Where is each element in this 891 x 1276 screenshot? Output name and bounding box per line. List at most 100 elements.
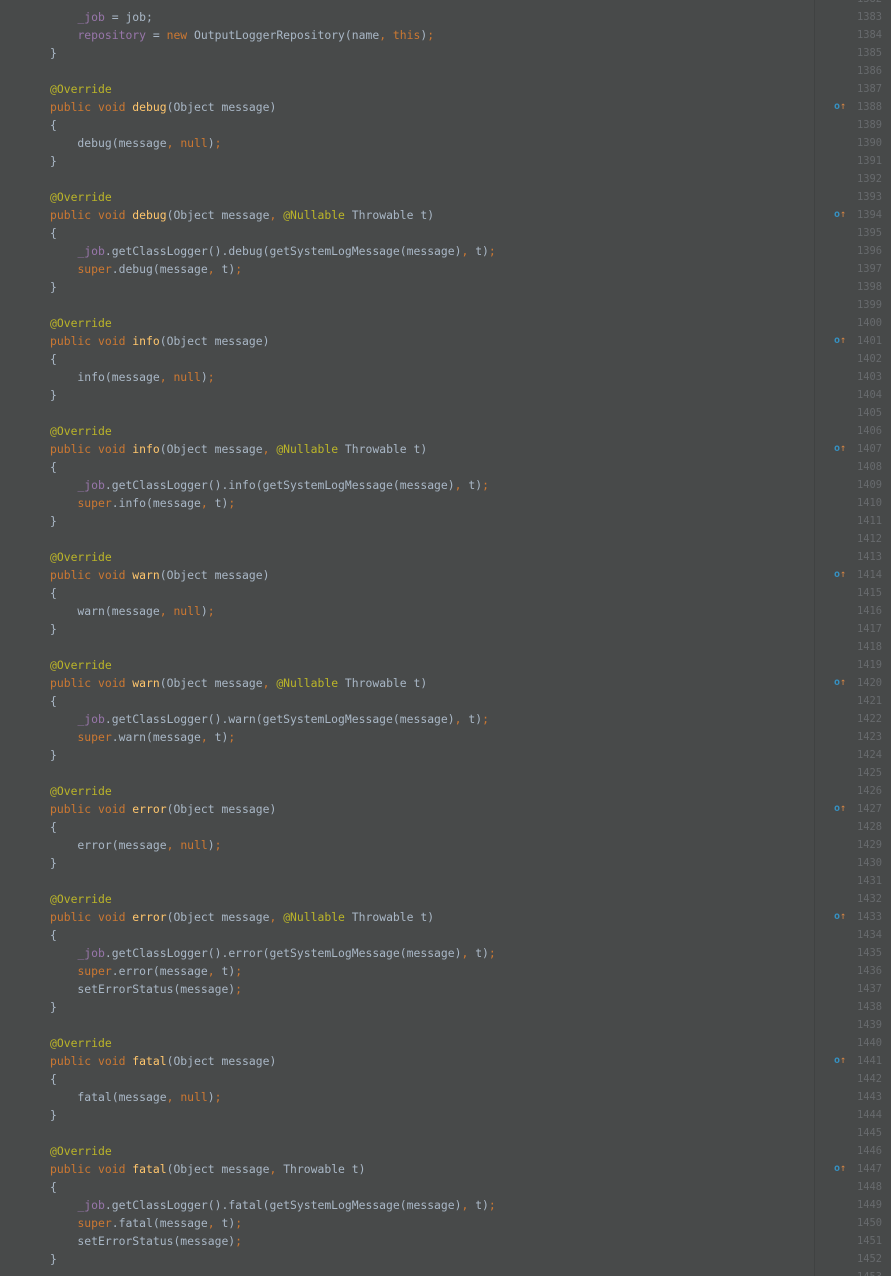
code-line[interactable]: @Override	[50, 80, 112, 98]
line-number: 1435	[856, 947, 882, 959]
code-line[interactable]: {	[50, 692, 57, 710]
code-line[interactable]: super.info(message, t);	[50, 494, 235, 512]
code-area[interactable]: _job = job; repository = new OutputLogge…	[0, 0, 814, 1276]
code-token: debug	[132, 208, 167, 222]
code-line[interactable]: @Override	[50, 890, 112, 908]
code-line[interactable]: @Override	[50, 548, 112, 566]
line-number: 1402	[856, 353, 882, 365]
code-line[interactable]: public void info(Object message, @Nullab…	[50, 440, 427, 458]
line-number: 1430	[856, 857, 882, 869]
code-line[interactable]: _job.getClassLogger().error(getSystemLog…	[50, 944, 495, 962]
code-line[interactable]: super.error(message, t);	[50, 962, 242, 980]
code-token: .fatal(message	[111, 1216, 208, 1230]
code-line[interactable]: @Override	[50, 422, 112, 440]
code-line[interactable]: {	[50, 224, 57, 242]
code-editor[interactable]: _job = job; repository = new OutputLogge…	[0, 0, 891, 1276]
code-token: ;	[214, 136, 222, 150]
line-number: 1420	[856, 677, 882, 689]
code-line[interactable]: @Override	[50, 314, 112, 332]
code-line[interactable]: }	[50, 998, 57, 1016]
code-line[interactable]: super.debug(message, t);	[50, 260, 242, 278]
code-token: ;	[488, 1198, 496, 1212]
code-line[interactable]: repository = new OutputLoggerRepository(…	[50, 26, 434, 44]
code-line[interactable]: }	[50, 854, 57, 872]
code-line[interactable]: _job.getClassLogger().warn(getSystemLogM…	[50, 710, 488, 728]
code-token: ,	[269, 910, 284, 924]
code-line[interactable]: error(message, null);	[50, 836, 221, 854]
line-number: 1393	[856, 191, 882, 203]
override-method-icon[interactable]: o↑	[834, 674, 848, 692]
line-number: 1441	[856, 1055, 882, 1067]
code-line[interactable]: warn(message, null);	[50, 602, 214, 620]
code-line[interactable]: _job.getClassLogger().debug(getSystemLog…	[50, 242, 496, 260]
code-line[interactable]: {	[50, 116, 57, 134]
code-line[interactable]: }	[50, 512, 57, 530]
code-line[interactable]: public void error(Object message)	[50, 800, 276, 818]
override-method-icon[interactable]: o↑	[834, 800, 848, 818]
code-line[interactable]: _job.getClassLogger().fatal(getSystemLog…	[50, 1196, 496, 1214]
code-line[interactable]: debug(message, null);	[50, 134, 221, 152]
line-number: 1382	[842, 0, 882, 8]
code-token: info	[132, 442, 160, 456]
code-line[interactable]: super.fatal(message, t);	[50, 1214, 242, 1232]
code-line[interactable]: }	[50, 1250, 57, 1268]
line-number: 1391	[856, 155, 882, 167]
override-method-icon[interactable]: o↑	[834, 440, 848, 458]
override-method-icon[interactable]: o↑	[834, 1160, 848, 1178]
code-line[interactable]: {	[50, 1178, 57, 1196]
code-token: error	[132, 910, 167, 924]
code-token: )	[207, 136, 215, 150]
code-line[interactable]: _job.getClassLogger().info(getSystemLogM…	[50, 476, 488, 494]
code-token: .info(message	[111, 496, 201, 510]
code-line[interactable]: {	[50, 350, 57, 368]
code-line[interactable]: public void error(Object message, @Nulla…	[50, 908, 434, 926]
code-line[interactable]: fatal(message, null);	[50, 1088, 221, 1106]
override-method-icon[interactable]: o↑	[834, 98, 848, 116]
code-line[interactable]: {	[50, 818, 57, 836]
code-line[interactable]: setErrorStatus(message);	[50, 980, 242, 998]
code-token: = job;	[104, 10, 153, 24]
code-line[interactable]: public void warn(Object message)	[50, 566, 269, 584]
code-token: public void	[50, 1054, 133, 1068]
code-line[interactable]: @Override	[50, 782, 112, 800]
code-line[interactable]: @Override	[50, 1142, 112, 1160]
code-line[interactable]: setErrorStatus(message);	[50, 1232, 242, 1250]
code-line[interactable]: @Override	[50, 1034, 112, 1052]
code-line[interactable]: @Override	[50, 188, 112, 206]
code-token: (Object message)	[159, 334, 270, 348]
code-line[interactable]: public void fatal(Object message)	[50, 1052, 276, 1070]
code-line[interactable]: public void warn(Object message, @Nullab…	[50, 674, 427, 692]
line-number: 1449	[856, 1199, 882, 1211]
code-line[interactable]: {	[50, 926, 57, 944]
code-token: t)	[475, 1198, 489, 1212]
code-line[interactable]: public void debug(Object message, @Nulla…	[50, 206, 434, 224]
code-token: ;	[207, 370, 215, 384]
code-token: ;	[488, 244, 496, 258]
code-line[interactable]: }	[50, 1106, 57, 1124]
line-number: 1399	[856, 299, 882, 311]
code-line[interactable]: public void info(Object message)	[50, 332, 269, 350]
override-method-icon[interactable]: o↑	[834, 908, 848, 926]
code-line[interactable]: }	[50, 152, 57, 170]
override-method-icon[interactable]: o↑	[834, 1052, 848, 1070]
code-line[interactable]: {	[50, 458, 57, 476]
override-method-icon[interactable]: o↑	[834, 566, 848, 584]
code-line[interactable]: @Override	[50, 656, 112, 674]
code-line[interactable]: super.warn(message, t);	[50, 728, 235, 746]
code-line[interactable]: {	[50, 1070, 57, 1088]
code-line[interactable]: public void debug(Object message)	[50, 98, 276, 116]
code-line[interactable]: }	[50, 44, 57, 62]
line-number: 1452	[856, 1253, 882, 1265]
code-line[interactable]: public void fatal(Object message, Throwa…	[50, 1160, 365, 1178]
override-method-icon[interactable]: o↑	[834, 206, 848, 224]
override-method-icon[interactable]: o↑	[834, 332, 848, 350]
code-token: ;	[235, 1234, 243, 1248]
code-line[interactable]: }	[50, 386, 57, 404]
code-line[interactable]: {	[50, 584, 57, 602]
code-line[interactable]: }	[50, 746, 57, 764]
code-line[interactable]: _job = job;	[50, 8, 153, 26]
code-line[interactable]: }	[50, 278, 57, 296]
code-line[interactable]: info(message, null);	[50, 368, 215, 386]
code-line[interactable]: }	[50, 620, 57, 638]
